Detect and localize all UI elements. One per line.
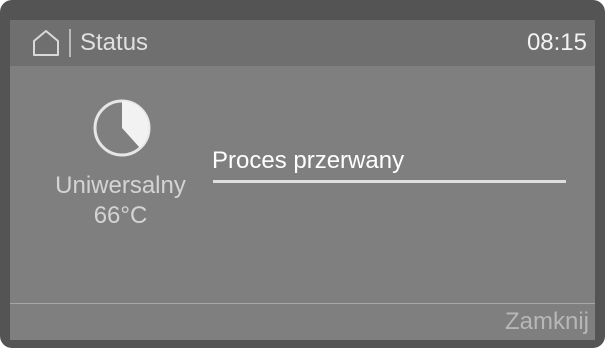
- program-temperature: 66°C: [93, 202, 148, 229]
- program-name: Uniwersalny: [55, 172, 186, 199]
- close-button[interactable]: Zamknij: [491, 304, 595, 340]
- home-icon[interactable]: [32, 29, 60, 57]
- pie-progress-icon: [93, 99, 151, 157]
- header-divider: [69, 29, 71, 57]
- clock: 08:15: [526, 29, 587, 56]
- progress-track: [213, 180, 566, 183]
- status-screen: Status 08:15 Uniwersalny 66°C Proces prz…: [10, 20, 595, 340]
- device-frame: Status 08:15 Uniwersalny 66°C Proces prz…: [0, 0, 605, 348]
- header-bar: Status 08:15: [10, 20, 595, 66]
- page-title: Status: [80, 29, 149, 56]
- status-message: Proces przerwany: [212, 147, 405, 174]
